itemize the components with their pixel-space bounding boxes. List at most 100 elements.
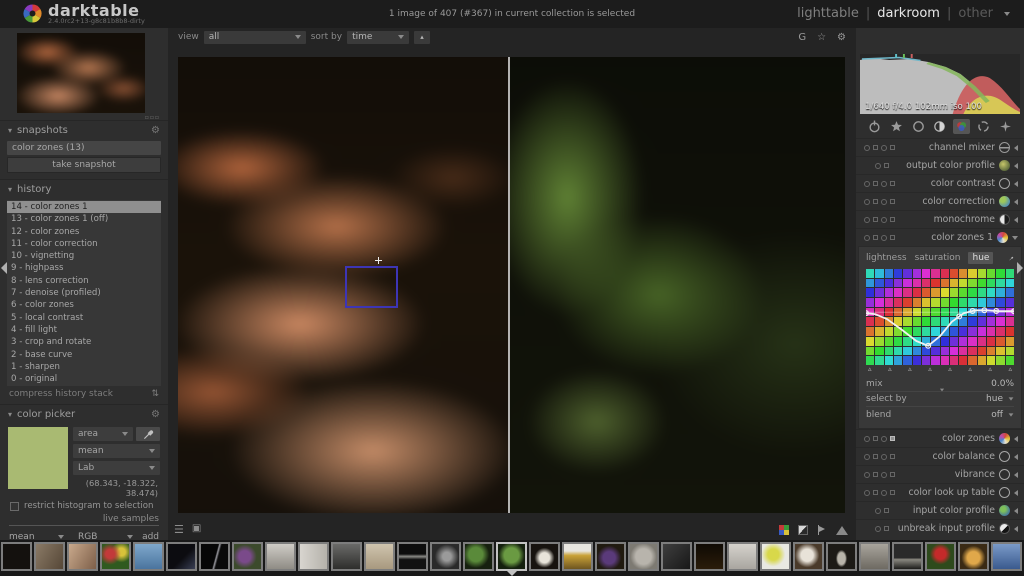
active-group-icon[interactable] — [866, 119, 883, 134]
filmstrip-thumbnail[interactable] — [166, 542, 197, 571]
collapse-left-panel-arrow[interactable] — [1, 262, 7, 274]
filmstrip-thumbnail[interactable] — [694, 542, 725, 571]
filmstrip-thumbnail[interactable] — [958, 542, 989, 571]
picker-stat-select[interactable]: mean — [73, 444, 160, 459]
filmstrip-thumbnail[interactable] — [925, 542, 956, 571]
filmstrip-thumbnail[interactable] — [397, 542, 428, 571]
select-by-dropdown[interactable]: select by hue — [866, 392, 1014, 407]
history-item[interactable]: 12 - color zones — [7, 226, 161, 238]
softproof-icon[interactable] — [817, 525, 827, 535]
filmstrip-thumbnail[interactable] — [331, 542, 362, 571]
zones-eyedropper-icon[interactable] — [1009, 253, 1014, 264]
view-lighttable[interactable]: lighttable — [797, 6, 859, 21]
compress-history-button[interactable]: compress history stack — [9, 389, 113, 399]
module-expand-arrow[interactable] — [1014, 144, 1018, 151]
filmstrip-thumbnail[interactable] — [793, 542, 824, 571]
view-other[interactable]: other — [958, 6, 993, 21]
module-expand-arrow[interactable] — [1014, 162, 1018, 169]
filmstrip-thumbnail[interactable] — [364, 542, 395, 571]
add-sample-button[interactable]: add — [142, 532, 159, 540]
color-picker-area-rect[interactable] — [345, 266, 398, 308]
basic-group-icon[interactable] — [910, 119, 927, 134]
module-channel-mixer[interactable]: channel mixer — [856, 138, 1024, 156]
overexposed-icon[interactable] — [798, 525, 808, 535]
second-window-icon[interactable]: ▣ — [192, 523, 201, 536]
filmstrip-thumbnail[interactable] — [529, 542, 560, 571]
filmstrip-thumbnail[interactable] — [430, 542, 461, 571]
filmstrip-thumbnail[interactable] — [826, 542, 857, 571]
module-vibrance[interactable]: vibrance — [856, 465, 1024, 483]
view-darkroom[interactable]: darkroom — [877, 6, 940, 21]
gamut-warning-icon[interactable] — [836, 525, 848, 535]
main-image[interactable] — [178, 57, 845, 513]
module-color-look-up-table[interactable]: color look up table — [856, 483, 1024, 501]
filmstrip-thumbnail[interactable] — [265, 542, 296, 571]
filmstrip-thumbnail[interactable] — [859, 542, 890, 571]
snapshots-gear-icon[interactable]: ⚙ — [151, 125, 160, 136]
sample-stat-select[interactable]: mean — [9, 530, 69, 540]
filmstrip-thumbnail[interactable] — [562, 542, 593, 571]
filmstrip-thumbnail[interactable] — [67, 542, 98, 571]
module-color-contrast[interactable]: color contrast — [856, 174, 1024, 192]
tab-saturation[interactable]: saturation — [915, 253, 961, 263]
module-expand-arrow[interactable] — [1014, 180, 1018, 187]
compress-history-icon[interactable]: ⇅ — [151, 389, 159, 399]
history-item[interactable]: 9 - highpass — [7, 262, 161, 274]
module-expand-arrow[interactable] — [1014, 435, 1018, 442]
collapse-right-panel-arrow[interactable] — [1017, 262, 1023, 274]
histogram[interactable]: 1/640 f/4.0 102mm iso 100 — [860, 54, 1020, 114]
color-picker-header[interactable]: ▾ color picker ⚙ — [0, 404, 168, 423]
module-expand-arrow[interactable] — [1014, 489, 1018, 496]
module-expand-arrow[interactable] — [1014, 507, 1018, 514]
color-picker-gear-icon[interactable]: ⚙ — [151, 409, 160, 420]
module-unbreak-input-profile[interactable]: unbreak input profile — [856, 519, 1024, 537]
module-input-color-profile[interactable]: input color profile — [856, 501, 1024, 519]
before-after-divider[interactable] — [508, 57, 511, 513]
mix-slider[interactable]: mix 0.0% — [866, 377, 1014, 392]
module-expand-arrow[interactable] — [1014, 198, 1018, 205]
live-samples-label[interactable]: live samples — [9, 514, 159, 527]
filmstrip-thumbnail[interactable] — [661, 542, 692, 571]
filmstrip-thumbnail[interactable] — [496, 542, 527, 571]
filmstrip-thumbnail[interactable] — [1, 542, 32, 571]
navigation-thumbnail[interactable] — [17, 33, 145, 113]
history-item[interactable]: 11 - color correction — [7, 238, 161, 250]
filmstrip-thumbnail[interactable] — [892, 542, 923, 571]
raw-overexposed-icon[interactable] — [779, 525, 789, 535]
module-expand-arrow[interactable] — [1014, 525, 1018, 532]
filmstrip-thumbnail[interactable] — [34, 542, 65, 571]
filmstrip-thumbnail[interactable] — [232, 542, 263, 571]
history-item[interactable]: 14 - color zones 1 — [7, 201, 161, 214]
filmstrip-thumbnail[interactable] — [133, 542, 164, 571]
snapshot-item[interactable]: color zones (13) — [7, 141, 161, 155]
module-expand-arrow[interactable] — [1014, 216, 1018, 223]
sample-space-select[interactable]: RGB — [73, 530, 138, 540]
module-expand-arrow[interactable] — [1014, 471, 1018, 478]
module-expand-arrow[interactable] — [1014, 453, 1018, 460]
color-group-icon[interactable] — [953, 119, 971, 134]
filmstrip-thumbnail[interactable] — [991, 542, 1022, 571]
filmstrip-thumbnail[interactable] — [727, 542, 758, 571]
history-item[interactable]: 4 - fill light — [7, 324, 161, 336]
picker-mode-select[interactable]: area — [73, 427, 133, 442]
restrict-histogram-checkbox[interactable] — [10, 501, 19, 511]
module-expand-arrow[interactable] — [1012, 235, 1018, 240]
color-zones-curve-editor[interactable] — [866, 269, 1014, 365]
snapshots-header[interactable]: ▾ snapshots ⚙ — [0, 120, 168, 139]
filmstrip-thumbnail[interactable] — [100, 542, 131, 571]
zone-markers[interactable]: ▵ ▵ ▵ ▵ ▵ ▵ ▵ ▵ — [866, 366, 1014, 373]
module-color-zones[interactable]: color zones — [856, 429, 1024, 447]
favorites-group-icon[interactable] — [888, 119, 905, 134]
filmstrip-thumbnail[interactable] — [298, 542, 329, 571]
blend-dropdown[interactable]: blend off — [866, 407, 1014, 422]
history-item[interactable]: 10 - vignetting — [7, 250, 161, 262]
tab-hue[interactable]: hue — [968, 252, 994, 264]
module-monochrome[interactable]: monochrome — [856, 210, 1024, 228]
correct-group-icon[interactable] — [975, 119, 992, 134]
history-item[interactable]: 3 - crop and rotate — [7, 336, 161, 348]
favorite-star-button[interactable]: ☆ — [817, 32, 826, 43]
picker-space-select[interactable]: Lab — [73, 461, 160, 476]
history-item[interactable]: 5 - local contrast — [7, 312, 161, 324]
take-snapshot-button[interactable]: take snapshot — [7, 157, 161, 173]
history-item[interactable]: 8 - lens correction — [7, 275, 161, 287]
